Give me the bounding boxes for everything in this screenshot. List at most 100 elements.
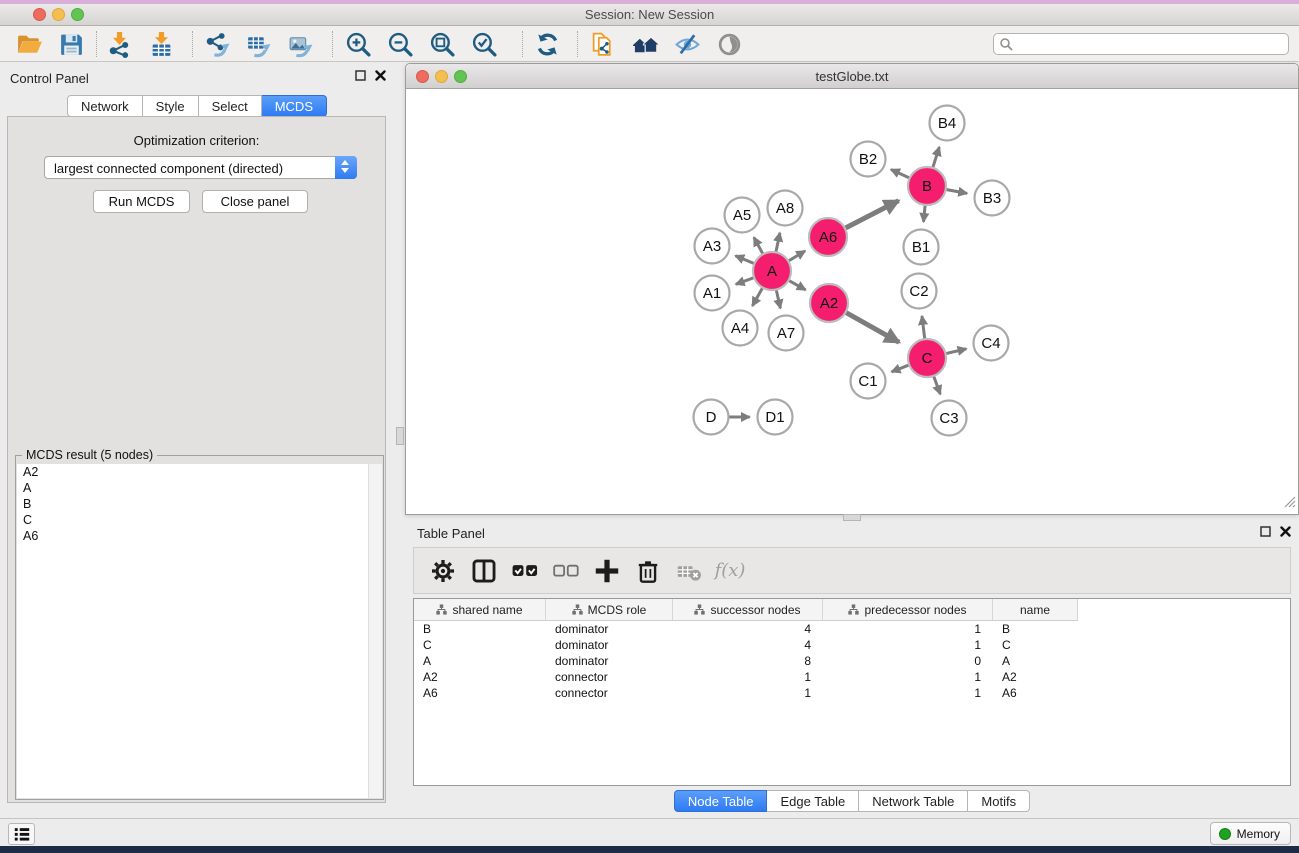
zoom-fit-icon[interactable] <box>427 29 457 59</box>
float-panel-icon[interactable] <box>355 70 366 81</box>
tab-edge-table[interactable]: Edge Table <box>767 790 859 812</box>
graph-node-B4[interactable]: B4 <box>930 106 965 141</box>
mcds-result-item[interactable]: A <box>17 480 382 496</box>
column-label: MCDS role <box>588 603 647 617</box>
network-canvas[interactable]: B4 B2 B B3 A8 A5 A6 A3 B1 A A1 C2 A2 A4 A7 C4 C C1 C3 D D1 <box>406 89 1298 513</box>
column-header-name[interactable]: name <box>993 599 1078 621</box>
select-all-icon[interactable] <box>512 559 538 583</box>
graph-node-D1[interactable]: D1 <box>758 400 793 435</box>
table-row[interactable]: Cdominator41C <box>414 637 1290 653</box>
graph-node-A5[interactable]: A5 <box>725 198 760 233</box>
column-layout-icon[interactable] <box>471 559 497 583</box>
tab-select[interactable]: Select <box>199 95 262 117</box>
graph-node-B[interactable]: B <box>908 167 946 205</box>
file-group <box>14 29 86 59</box>
memory-button[interactable]: Memory <box>1210 822 1291 845</box>
tab-node-table[interactable]: Node Table <box>674 790 768 812</box>
table-cell: connector <box>546 669 673 685</box>
mcds-result-item[interactable]: B <box>17 496 382 512</box>
graph-node-C[interactable]: C <box>908 339 946 377</box>
svg-text:A5: A5 <box>733 207 751 224</box>
column-header-mcds-role[interactable]: MCDS role <box>546 599 673 621</box>
graph-node-A7[interactable]: A7 <box>769 316 804 351</box>
zoom-out-icon[interactable] <box>385 29 415 59</box>
graph-node-C1[interactable]: C1 <box>851 364 886 399</box>
table-row[interactable]: Adominator80A <box>414 653 1290 669</box>
function-builder-icon[interactable]: f(x) <box>717 559 743 583</box>
refresh-icon[interactable] <box>532 29 562 59</box>
result-scrollbar[interactable] <box>368 464 382 798</box>
column-header-shared-name[interactable]: shared name <box>414 599 546 621</box>
graph-node-C2[interactable]: C2 <box>902 274 937 309</box>
tab-mcds[interactable]: MCDS <box>262 95 327 117</box>
table-settings-icon[interactable] <box>430 559 456 583</box>
import-network-icon[interactable] <box>104 29 134 59</box>
column-label: successor nodes <box>710 603 800 617</box>
graph-node-D[interactable]: D <box>694 400 729 435</box>
graph-node-B3[interactable]: B3 <box>975 181 1010 216</box>
svg-text:A3: A3 <box>703 238 721 255</box>
mcds-result-item[interactable]: C <box>17 512 382 528</box>
network-window-titlebar[interactable]: testGlobe.txt <box>406 64 1298 89</box>
run-mcds-button[interactable]: Run MCDS <box>93 190 190 213</box>
graph-node-A6[interactable]: A6 <box>809 218 847 256</box>
open-file-icon[interactable] <box>14 29 44 59</box>
table-row[interactable]: Bdominator41B <box>414 621 1290 637</box>
zoom-in-icon[interactable] <box>343 29 373 59</box>
close-panel-button[interactable]: Close panel <box>202 190 308 213</box>
close-panel-icon[interactable] <box>375 70 386 81</box>
task-history-button[interactable] <box>8 823 35 845</box>
tree-icon <box>848 604 859 615</box>
table-cell: 4 <box>673 637 823 653</box>
graph-node-A3[interactable]: A3 <box>695 229 730 264</box>
graph-node-C4[interactable]: C4 <box>974 326 1009 361</box>
graph-node-A[interactable]: A <box>753 252 791 290</box>
control-panel: Control Panel NetworkStyleSelectMCDS Opt… <box>0 62 394 818</box>
houses-icon[interactable] <box>630 29 660 59</box>
table-cell: A <box>414 653 546 669</box>
graph-node-A4[interactable]: A4 <box>723 311 758 346</box>
export-table-icon[interactable] <box>243 29 273 59</box>
float-panel-icon[interactable] <box>1260 526 1271 537</box>
export-image-icon[interactable] <box>285 29 315 59</box>
column-header-predecessor-nodes[interactable]: predecessor nodes <box>823 599 993 621</box>
tab-style[interactable]: Style <box>143 95 199 117</box>
import-table-icon[interactable] <box>146 29 176 59</box>
graph-node-A2[interactable]: A2 <box>810 284 848 322</box>
tab-network[interactable]: Network <box>67 95 143 117</box>
graph-node-A8[interactable]: A8 <box>768 191 803 226</box>
tab-motifs[interactable]: Motifs <box>968 790 1030 812</box>
zoom-selected-icon[interactable] <box>469 29 499 59</box>
graph-node-A1[interactable]: A1 <box>695 276 730 311</box>
table-cell: A6 <box>414 685 546 701</box>
svg-text:C: C <box>922 350 933 367</box>
deselect-all-icon[interactable] <box>553 559 579 583</box>
save-session-icon[interactable] <box>56 29 86 59</box>
criterion-select[interactable]: largest connected component (directed) <box>44 156 357 179</box>
table-row[interactable]: A2connector11A2 <box>414 669 1290 685</box>
search-input[interactable] <box>1018 35 1283 53</box>
mcds-result-item[interactable]: A2 <box>17 464 382 480</box>
close-panel-icon[interactable] <box>1280 526 1291 537</box>
delete-table-icon[interactable] <box>676 559 702 583</box>
hide-eye-icon[interactable] <box>672 29 702 59</box>
resize-grip-icon[interactable] <box>1283 495 1296 511</box>
table-cell: 1 <box>673 685 823 701</box>
tab-network-table[interactable]: Network Table <box>859 790 968 812</box>
table-panel-title: Table Panel <box>417 526 485 541</box>
contrast-eye-icon[interactable] <box>714 29 744 59</box>
criterion-value: largest connected component (directed) <box>54 161 283 176</box>
delete-column-icon[interactable] <box>635 559 661 583</box>
table-cell: 1 <box>823 637 993 653</box>
mcds-result-item[interactable]: A6 <box>17 528 382 544</box>
add-column-icon[interactable] <box>594 559 620 583</box>
column-header-successor-nodes[interactable]: successor nodes <box>673 599 823 621</box>
export-network-icon[interactable] <box>201 29 231 59</box>
vertical-split-handle[interactable] <box>396 427 404 445</box>
graph-node-B2[interactable]: B2 <box>851 142 886 177</box>
svg-text:B: B <box>922 178 932 195</box>
document-network-icon[interactable] <box>588 29 618 59</box>
graph-node-B1[interactable]: B1 <box>904 230 939 265</box>
graph-node-C3[interactable]: C3 <box>932 401 967 436</box>
table-row[interactable]: A6connector11A6 <box>414 685 1290 701</box>
